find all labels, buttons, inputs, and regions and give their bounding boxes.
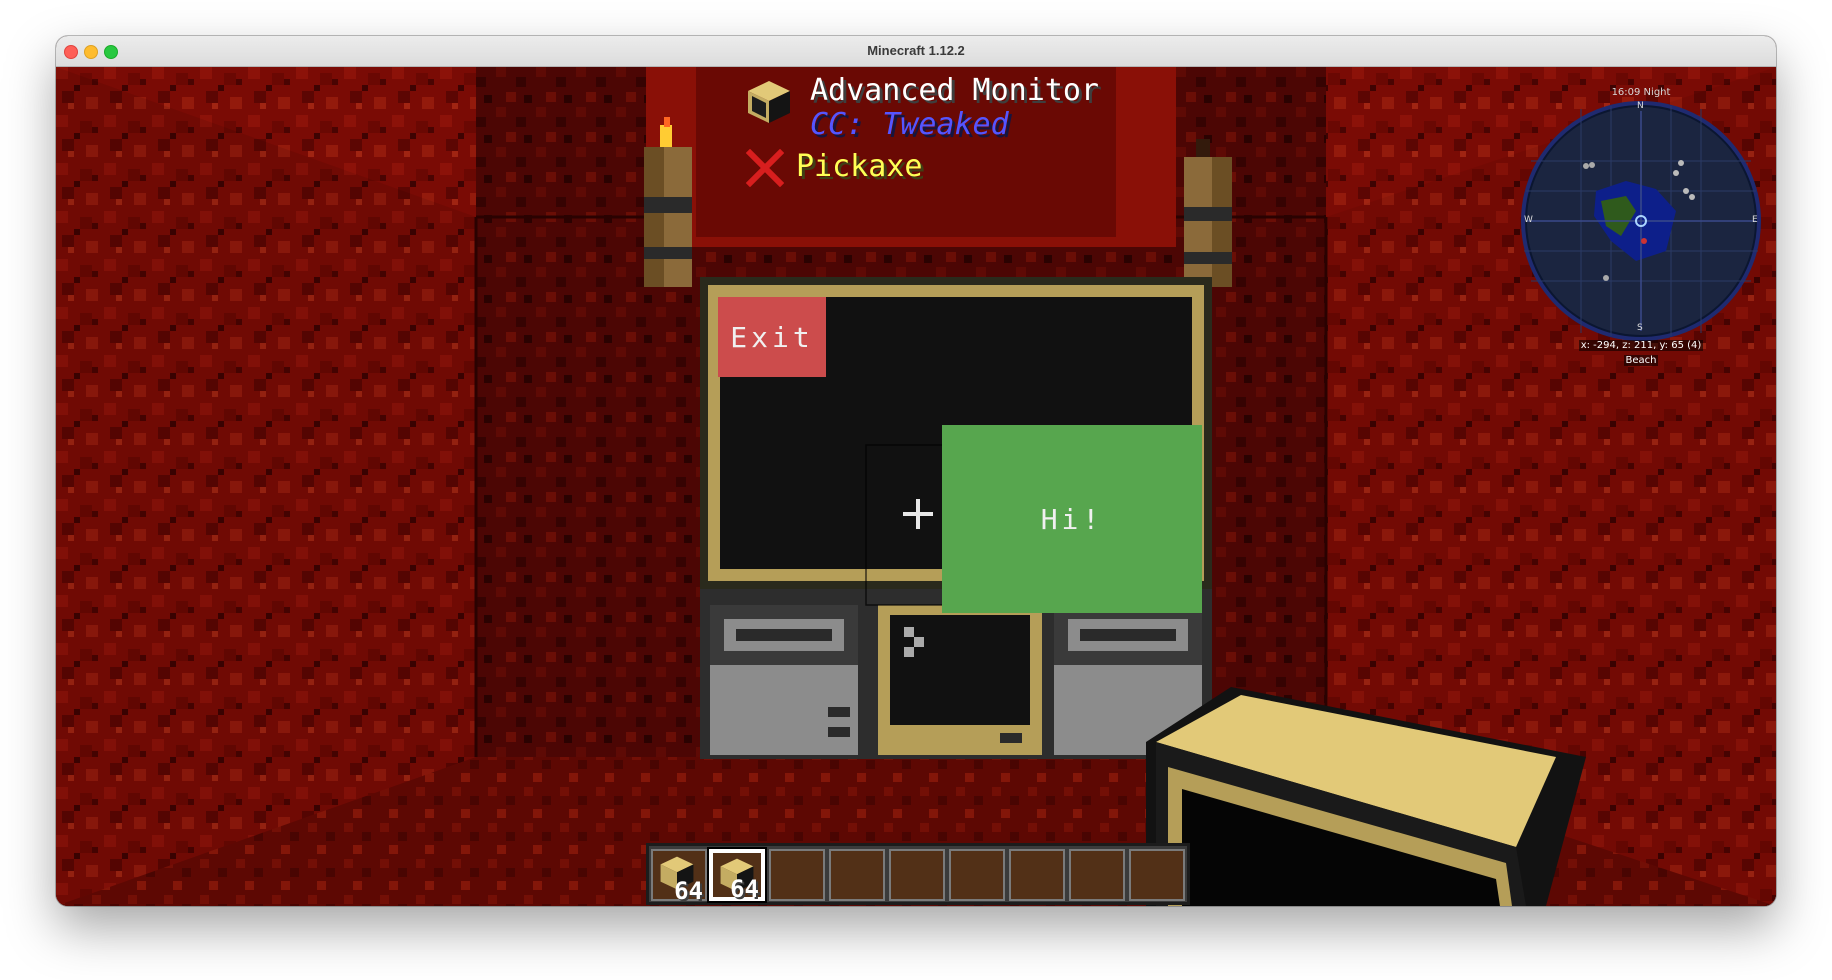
hotbar-slot-2[interactable]: 64 (709, 849, 765, 903)
compass-east: E (1752, 215, 1758, 225)
game-window: Minecraft 1.12.2 Advanced Monitor CC: Tw… (56, 36, 1776, 906)
minimap: 16:09 Night N S W E x: -294, z: 211, y: … (1516, 87, 1766, 366)
title-bar: Minecraft 1.12.2 (56, 36, 1776, 67)
compass-west: W (1524, 215, 1533, 225)
hotbar-slot-3[interactable] (769, 849, 825, 901)
mod-name: CC: Tweaked (810, 107, 1009, 142)
minimap-circle (1521, 101, 1761, 341)
hotbar-slot-6[interactable] (949, 849, 1005, 901)
biome-label: Beach (1541, 355, 1741, 366)
coordinates-text: x: -294, z: 211, y: 65 (4) (1578, 340, 1704, 351)
hi-button[interactable]: Hi! (942, 425, 1202, 613)
compass-north: N (1637, 101, 1644, 111)
hotbar-slot-1[interactable]: 64 (651, 849, 707, 905)
hotbar: 64 64 (646, 843, 1190, 905)
compass-south: S (1637, 323, 1643, 333)
harvest-tool: Pickaxe (796, 149, 923, 184)
block-name: Advanced Monitor (810, 73, 1099, 108)
hotbar-slot-4[interactable] (829, 849, 885, 901)
window-title: Minecraft 1.12.2 (867, 43, 965, 58)
crosshair-icon (903, 499, 933, 529)
biome-text: Beach (1623, 355, 1659, 366)
minimap-time: 16:09 Night (1611, 87, 1671, 98)
advanced-monitor-block-icon (748, 81, 790, 123)
player-coordinates: x: -294, z: 211, y: 65 (4) (1541, 340, 1741, 351)
item-count: 64 (730, 875, 759, 903)
hotbar-slot-5[interactable] (889, 849, 945, 901)
game-viewport[interactable]: Advanced Monitor CC: Tweaked Pickaxe Exi… (56, 67, 1776, 906)
hotbar-slot-9[interactable] (1129, 849, 1185, 901)
red-x-icon (746, 149, 784, 187)
hotbar-slot-7[interactable] (1009, 849, 1065, 901)
exit-button[interactable]: Exit (718, 297, 826, 377)
item-count: 64 (674, 877, 703, 905)
hotbar-slot-8[interactable] (1069, 849, 1125, 901)
